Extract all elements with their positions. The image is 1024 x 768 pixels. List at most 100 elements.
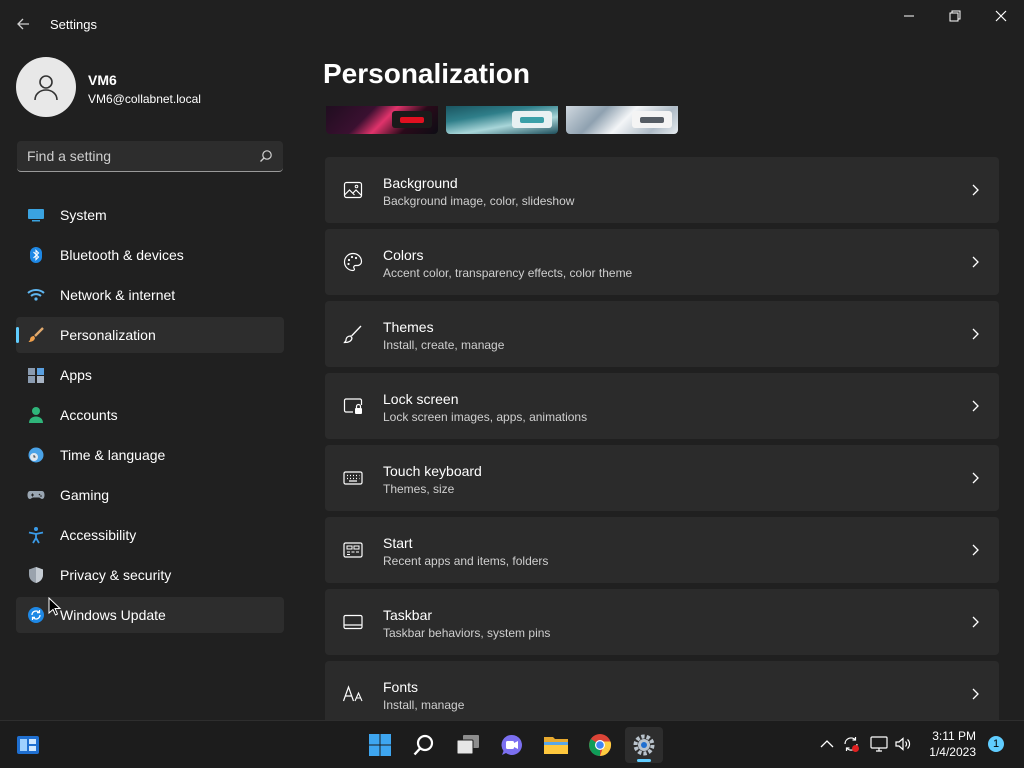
user-name: VM6 <box>88 72 117 88</box>
mouse-cursor-icon <box>48 597 62 616</box>
chat-icon <box>501 734 522 755</box>
restore-icon <box>949 10 961 22</box>
card-subtitle: Taskbar behaviors, system pins <box>383 626 551 640</box>
notification-badge[interactable]: 1 <box>988 736 1004 752</box>
card-subtitle: Background image, color, slideshow <box>383 194 575 208</box>
file-explorer-icon <box>544 737 568 754</box>
restore-button[interactable] <box>932 4 978 28</box>
task-view-button[interactable] <box>449 727 487 763</box>
brush-icon <box>27 326 45 344</box>
chevron-right-icon <box>972 472 979 484</box>
clock-date[interactable]: 1/4/2023 <box>910 745 976 759</box>
sidebar-nav: System Bluetooth & devices Network & int… <box>16 197 284 637</box>
sidebar-item-privacy-security[interactable]: Privacy & security <box>16 557 284 593</box>
accessibility-icon <box>27 526 45 544</box>
sidebar-item-label: Network & internet <box>60 287 176 303</box>
background-card[interactable]: Background Background image, color, slid… <box>325 157 999 223</box>
title-bar: Settings <box>0 0 1024 48</box>
card-title: Colors <box>383 247 424 263</box>
chevron-right-icon <box>972 400 979 412</box>
touch-keyboard-card[interactable]: Touch keyboard Themes, size <box>325 445 999 511</box>
widgets-icon <box>17 736 39 754</box>
clock-time[interactable]: 3:11 PM <box>920 729 976 743</box>
start-icon <box>342 539 364 561</box>
theme-thumbnail[interactable] <box>446 106 558 134</box>
sidebar-item-gaming[interactable]: Gaming <box>16 477 284 513</box>
settings-icon <box>633 734 655 756</box>
accounts-icon <box>27 406 45 424</box>
sidebar-item-apps[interactable]: Apps <box>16 357 284 393</box>
card-title: Background <box>383 175 458 191</box>
settings-button[interactable] <box>625 727 663 763</box>
sidebar-item-label: Accounts <box>60 407 118 423</box>
chevron-right-icon <box>972 544 979 556</box>
card-subtitle: Install, create, manage <box>383 338 505 352</box>
active-app-indicator <box>637 759 651 762</box>
brush-icon <box>342 323 364 345</box>
system-icon <box>27 206 45 224</box>
file-explorer-button[interactable] <box>537 727 575 763</box>
start-button[interactable] <box>361 727 399 763</box>
chevron-up-icon <box>820 740 834 748</box>
search-box[interactable] <box>17 141 283 172</box>
sidebar-item-label: Apps <box>60 367 92 383</box>
wifi-icon <box>27 286 45 304</box>
sidebar-item-label: Bluetooth & devices <box>60 247 184 263</box>
show-hidden-icons-button[interactable] <box>818 735 836 753</box>
theme-thumbnail[interactable] <box>566 106 678 134</box>
shield-icon <box>27 566 45 584</box>
start-card[interactable]: Start Recent apps and items, folders <box>325 517 999 583</box>
windows-logo-icon <box>369 734 391 756</box>
theme-thumbnail[interactable] <box>326 106 438 134</box>
card-title: Themes <box>383 319 434 335</box>
theme-swatch <box>392 111 432 128</box>
chrome-button[interactable] <box>581 727 619 763</box>
task-view-icon <box>456 735 479 755</box>
theme-swatch <box>632 111 672 128</box>
network-button[interactable] <box>870 735 888 753</box>
sidebar-item-label: Time & language <box>60 447 166 463</box>
taskbar <box>0 720 1024 768</box>
sidebar-item-accounts[interactable]: Accounts <box>16 397 284 433</box>
sidebar-item-label: Privacy & security <box>60 567 172 583</box>
search-button[interactable] <box>405 727 443 763</box>
card-subtitle: Lock screen images, apps, animations <box>383 410 588 424</box>
sidebar-item-personalization[interactable]: Personalization <box>16 317 284 353</box>
card-title: Touch keyboard <box>383 463 482 479</box>
gamepad-icon <box>27 486 45 504</box>
chat-button[interactable] <box>493 727 531 763</box>
taskbar-card[interactable]: Taskbar Taskbar behaviors, system pins <box>325 589 999 655</box>
app-title: Settings <box>50 17 97 32</box>
sidebar-item-time-language[interactable]: Time & language <box>16 437 284 473</box>
update-icon <box>27 606 45 624</box>
colors-card[interactable]: Colors Accent color, transparency effect… <box>325 229 999 295</box>
chevron-right-icon <box>972 328 979 340</box>
back-button[interactable] <box>14 14 34 34</box>
sidebar-item-accessibility[interactable]: Accessibility <box>16 517 284 553</box>
sidebar-item-label: Accessibility <box>60 527 137 543</box>
card-title: Taskbar <box>383 607 433 623</box>
search-icon[interactable] <box>259 149 273 163</box>
minimize-button[interactable] <box>886 4 932 28</box>
widgets-button[interactable] <box>9 727 47 763</box>
chevron-right-icon <box>972 256 979 268</box>
image-icon <box>342 179 364 201</box>
close-button[interactable] <box>978 4 1024 28</box>
bluetooth-icon <box>27 246 45 264</box>
user-email: VM6@collabnet.local <box>88 92 201 106</box>
sidebar-item-network[interactable]: Network & internet <box>16 277 284 313</box>
fonts-card[interactable]: Fonts Install, manage <box>325 661 999 720</box>
sync-status-button[interactable] <box>842 735 860 753</box>
network-icon <box>870 736 888 752</box>
search-input[interactable] <box>27 141 247 171</box>
card-subtitle: Themes, size <box>383 482 455 496</box>
sidebar-item-label: Personalization <box>60 327 156 343</box>
themes-card[interactable]: Themes Install, create, manage <box>325 301 999 367</box>
sidebar-item-system[interactable]: System <box>16 197 284 233</box>
user-icon <box>34 75 58 101</box>
lock-screen-card[interactable]: Lock screen Lock screen images, apps, an… <box>325 373 999 439</box>
sidebar-item-label: Gaming <box>60 487 110 503</box>
palette-icon <box>342 251 364 273</box>
chevron-right-icon <box>972 184 979 196</box>
sidebar-item-bluetooth[interactable]: Bluetooth & devices <box>16 237 284 273</box>
